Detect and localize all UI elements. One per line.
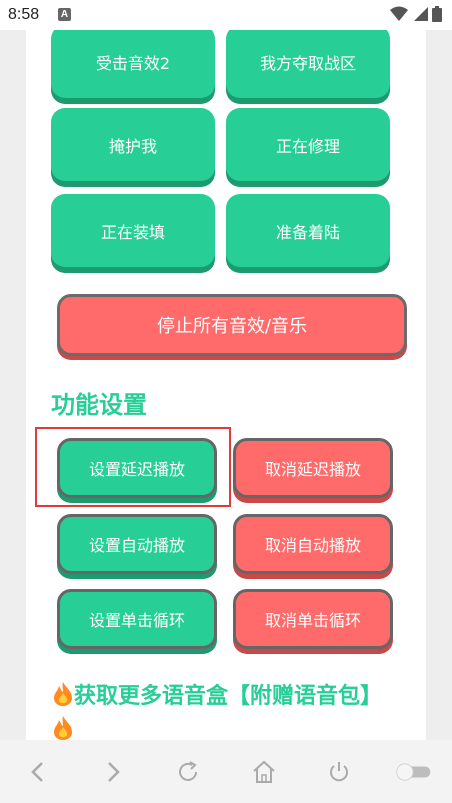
power-icon [329,761,348,781]
sound-button[interactable]: 准备着陆 [226,194,390,267]
cancel-autoplay-button[interactable]: 取消自动播放 [233,514,393,574]
bottom-navigation [0,740,452,803]
notification-icon: A [58,8,71,21]
status-bar: 8:58 A [0,0,452,30]
promo-text: 获取更多语音盒【附赠语音包】 [74,684,383,709]
cancel-loop-button[interactable]: 取消单击循环 [233,589,393,649]
cancel-delay-button[interactable]: 取消延迟播放 [233,438,393,498]
toggle-icon [396,762,431,781]
stop-all-button[interactable]: 停止所有音效/音乐 [57,294,407,356]
status-time: 8:58 [8,6,40,23]
home-button[interactable] [244,752,284,792]
forward-button[interactable] [93,752,133,792]
promo-heading[interactable]: 获取更多语音盒【附赠语音包】 [52,680,402,740]
refresh-icon [179,760,198,781]
battery-icon [432,6,442,22]
set-autoplay-button[interactable]: 设置自动播放 [57,514,217,574]
fire-icon [54,716,72,740]
signal-icon [414,7,428,21]
sound-button[interactable]: 掩护我 [51,108,215,181]
forward-icon [108,761,120,782]
status-icons [390,6,442,22]
app-content: 受击音效2 我方夺取战区 掩护我 正在修理 正在装填 准备着陆 停止所有音效/音… [26,30,426,740]
sound-button[interactable]: 我方夺取战区 [226,30,390,98]
set-loop-button[interactable]: 设置单击循环 [57,589,217,649]
sound-button[interactable]: 正在修理 [226,108,390,181]
back-icon [30,761,43,782]
highlight-box [35,427,231,507]
home-icon [252,760,275,783]
back-button[interactable] [18,752,58,792]
wifi-icon [390,6,408,21]
fire-icon [54,682,72,706]
toggle-switch[interactable] [394,752,434,792]
power-button[interactable] [319,752,359,792]
section-title: 功能设置 [51,391,147,419]
sound-button[interactable]: 正在装填 [51,194,215,267]
sound-button[interactable]: 受击音效2 [51,30,215,98]
refresh-button[interactable] [168,752,208,792]
